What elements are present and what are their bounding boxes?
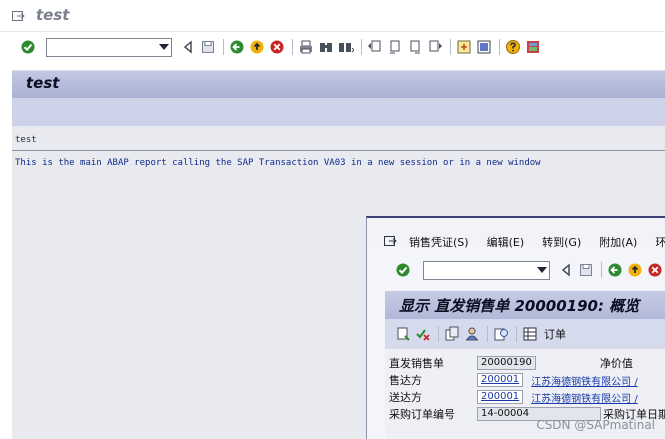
screen-title: test [26,74,60,92]
toolbar-separator [292,39,293,55]
menu-environment[interactable]: 环 [655,234,665,250]
net-value-label: 净价值 [599,357,633,370]
sold-to-description: 江苏海德钢铁有限公司 / [531,376,638,388]
chevron-down-icon[interactable] [159,43,169,50]
enter-icon[interactable] [20,39,36,55]
back-icon[interactable] [607,262,623,278]
list-text-line: This is the main ABAP report calling the… [15,158,541,168]
watermark: CSDN @SAPmatinal [536,418,655,432]
menu-extras[interactable]: 附加(A) [599,234,637,250]
toolbar-separator [487,326,488,342]
print-icon[interactable] [298,39,314,55]
list-header-divider [12,150,665,151]
partner-icon[interactable] [464,326,480,342]
standard-toolbar [20,34,545,60]
order-number-field[interactable]: 20000190 [477,356,536,370]
cancel-icon[interactable] [269,39,285,55]
create-session-icon[interactable] [456,39,472,55]
ship-to-label: 送达方 [389,391,422,404]
sold-to-field[interactable]: 200001 [477,373,524,387]
command-field[interactable] [46,37,172,57]
exit-icon[interactable] [249,39,265,55]
toolbar-separator [516,326,517,342]
orders-button-label[interactable]: 订单 [544,326,566,342]
field-row-order: 直发销售单 20000190 净价值 [389,355,633,371]
first-page-icon[interactable] [367,39,383,55]
display-document-icon[interactable] [493,326,509,342]
toolbar-separator [438,326,439,342]
application-toolbar [12,98,665,126]
session-application-toolbar: 订单 [385,319,665,349]
command-field[interactable] [423,260,550,280]
command-input[interactable] [47,38,155,56]
document-flow-icon[interactable] [444,326,460,342]
help-icon[interactable] [505,39,521,55]
save-icon[interactable] [578,262,594,278]
next-page-icon[interactable] [407,39,423,55]
chevron-down-icon[interactable] [537,266,547,273]
exit-icon[interactable] [627,262,643,278]
toolbar-separator [450,39,451,55]
list-header: test [15,135,37,145]
toolbar-separator [361,39,362,55]
menu-goto[interactable]: 转到(G) [542,234,581,250]
layout-menu-icon[interactable] [525,39,541,55]
back-triangle-icon[interactable] [558,262,574,278]
back-icon[interactable] [229,39,245,55]
field-row-sold-to: 售达方 200001 江苏海德钢铁有限公司 / [389,372,638,388]
toolbar-separator [499,39,500,55]
menu-sales-document[interactable]: 销售凭证(S) [409,234,469,250]
po-number-label: 采购订单编号 [389,408,455,421]
session-screen-title: 显示 直发销售单 20000190: 概览 [399,297,640,315]
system-menu-icon[interactable] [384,235,397,247]
shortcut-icon[interactable] [476,39,492,55]
sold-to-label: 售达方 [389,374,422,387]
enter-icon[interactable] [395,262,411,278]
ship-to-description: 江苏海德钢铁有限公司 / [531,393,638,405]
menu-bar: test [0,0,665,32]
session-menu-bar: 销售凭证(S) 编辑(E) 转到(G) 附加(A) 环 [367,218,665,249]
save-icon[interactable] [200,39,216,55]
field-row-ship-to: 送达方 200001 江苏海德钢铁有限公司 / [389,389,638,405]
command-input[interactable] [424,261,532,279]
session-standard-toolbar [395,257,665,283]
back-triangle-icon[interactable] [180,39,196,55]
session-window: 销售凭证(S) 编辑(E) 转到(G) 附加(A) 环 [366,216,665,439]
ship-to-field[interactable]: 200001 [477,390,524,404]
toolbar-separator [601,262,602,278]
last-page-icon[interactable] [427,39,443,55]
header-details-icon[interactable] [395,326,411,342]
screen-title-bar: test [12,70,665,98]
orders-icon[interactable] [522,326,538,342]
check-delete-icon[interactable] [415,326,431,342]
find-icon[interactable] [318,39,334,55]
order-label: 直发销售单 [389,357,444,370]
find-next-icon[interactable] [338,39,354,55]
cancel-icon[interactable] [647,262,663,278]
session-screen-title-bar: 显示 直发销售单 20000190: 概览 [385,291,665,319]
window-title: test [36,6,70,24]
previous-page-icon[interactable] [387,39,403,55]
system-menu-icon[interactable] [12,10,25,22]
menu-edit[interactable]: 编辑(E) [487,234,525,250]
toolbar-separator [223,39,224,55]
